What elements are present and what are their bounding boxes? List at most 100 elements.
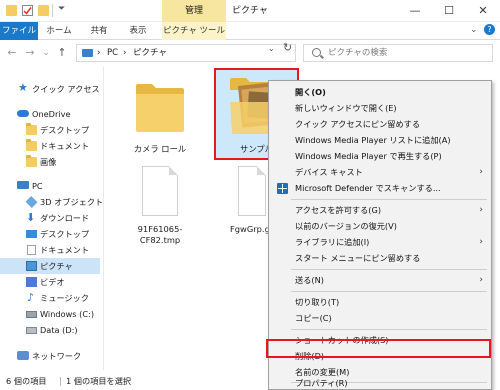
- menu-item-pin-start[interactable]: スタート メニューにピン留めする: [269, 250, 491, 266]
- sidebar-item-label: ドキュメント: [40, 245, 90, 255]
- back-button[interactable]: ←: [6, 46, 18, 60]
- menu-item-give-access[interactable]: アクセスを許可する(G) ›: [269, 202, 491, 218]
- quick-access-divider: [52, 4, 53, 17]
- submenu-arrow-icon: ›: [479, 205, 483, 215]
- cloud-icon: [17, 110, 29, 117]
- search-input[interactable]: [328, 45, 488, 61]
- video-icon: [26, 277, 37, 287]
- minimize-button[interactable]: —: [398, 0, 432, 22]
- title-bar: ⏷ 管理 ピクチャ — ☐ ✕: [0, 0, 500, 22]
- menu-item-add-wmp-list[interactable]: Windows Media Player リストに追加(A): [269, 132, 491, 148]
- window-title: ピクチャ: [232, 6, 268, 16]
- menu-item-label: Windows Media Player で再生する(P): [295, 151, 442, 161]
- blank-file-icon: [238, 166, 266, 216]
- sidebar-item-onedrive-documents[interactable]: ドキュメント: [0, 138, 100, 154]
- maximize-button[interactable]: ☐: [432, 0, 466, 22]
- manage-context-tab[interactable]: 管理: [162, 0, 226, 22]
- download-arrow-icon: ⬇: [26, 211, 36, 224]
- tab-picture-tools[interactable]: ピクチャ ツール: [162, 22, 226, 40]
- menu-item-restore-previous[interactable]: 以前のバージョンの復元(V): [269, 218, 491, 234]
- address-bar[interactable]: › PC › ピクチャ: [76, 44, 296, 62]
- sidebar-scrollbar[interactable]: [103, 66, 104, 370]
- sidebar-item-onedrive-pictures[interactable]: 画像: [0, 154, 100, 170]
- sidebar-item-onedrive[interactable]: OneDrive: [0, 106, 100, 122]
- menu-item-defender-scan[interactable]: Microsoft Defender でスキャンする...: [269, 180, 491, 196]
- up-button[interactable]: ↑: [56, 46, 68, 60]
- pc-icon: [82, 49, 93, 57]
- folder-item-camera-roll[interactable]: カメラ ロール: [122, 70, 198, 160]
- menu-item-include-library[interactable]: ライブラリに追加(I) ›: [269, 234, 491, 250]
- help-icon[interactable]: ?: [484, 24, 495, 35]
- sidebar-item-music[interactable]: ♪ ミュージック: [0, 290, 100, 306]
- folder-icon: [26, 139, 37, 151]
- selection-count: 1 個の項目を選択: [66, 376, 132, 386]
- delete-highlight-box: [266, 339, 491, 358]
- menu-item-properties[interactable]: プロパティ(R): [269, 377, 491, 390]
- file-name: 91F61065-CF82.tmp: [137, 224, 183, 245]
- menu-item-label: コピー(C): [295, 313, 332, 323]
- submenu-arrow-icon: ›: [479, 237, 483, 247]
- address-dropdown-icon[interactable]: ⌄: [268, 44, 275, 53]
- menu-item-copy[interactable]: コピー(C): [269, 310, 491, 326]
- search-icon: [312, 48, 321, 57]
- tab-share[interactable]: 共有: [84, 22, 114, 40]
- sidebar-item-3d-objects[interactable]: 3D オブジェクト: [0, 194, 103, 210]
- menu-item-cut[interactable]: 切り取り(T): [269, 294, 491, 310]
- folder-icon: [26, 123, 37, 135]
- menu-item-pin-quick-access[interactable]: クイック アクセスにピン留めする: [269, 116, 491, 132]
- sidebar-item-label: ビデオ: [40, 277, 65, 287]
- menu-item-label: Windows Media Player リストに追加(A): [295, 135, 451, 145]
- menu-item-label: デバイス キャスト: [295, 167, 363, 177]
- sidebar-item-label: ダウンロード: [40, 213, 90, 223]
- quick-access-dropdown-icon[interactable]: ⏷: [58, 4, 65, 14]
- address-row: ← → ⌄ ↑ › PC › ピクチャ ⌄ ↻: [0, 40, 500, 66]
- refresh-button[interactable]: ↻: [283, 41, 292, 54]
- sidebar-item-windows-drive[interactable]: Windows (C:): [0, 306, 100, 322]
- close-button[interactable]: ✕: [466, 0, 500, 22]
- forward-button[interactable]: →: [24, 46, 36, 60]
- menu-item-label: アクセスを許可する(G): [295, 205, 382, 215]
- menu-item-open[interactable]: 開く(O): [269, 84, 491, 100]
- menu-separator: [291, 329, 487, 330]
- search-box[interactable]: [303, 44, 493, 62]
- sidebar-item-network[interactable]: ネットワーク: [0, 348, 100, 364]
- ribbon-tabs: ファイル ホーム 共有 表示 ピクチャ ツール ⌄ ?: [0, 22, 500, 40]
- breadcrumb-pictures[interactable]: ピクチャ: [133, 45, 167, 61]
- file-item-tmp[interactable]: 91F61065-CF82.tmp: [122, 160, 198, 256]
- menu-item-label: 送る(N): [295, 275, 324, 285]
- sidebar-item-pc[interactable]: PC: [0, 178, 100, 194]
- network-icon: [17, 351, 29, 360]
- sidebar-item-videos[interactable]: ビデオ: [0, 274, 100, 290]
- sidebar-item-desktop[interactable]: デスクトップ: [0, 226, 100, 242]
- sidebar-item-onedrive-desktop[interactable]: デスクトップ: [0, 122, 100, 138]
- menu-item-cast-to-device[interactable]: デバイス キャスト ›: [269, 164, 491, 180]
- submenu-arrow-icon: ›: [479, 167, 483, 177]
- sidebar-item-downloads[interactable]: ⬇ ダウンロード: [0, 210, 100, 226]
- menu-item-send-to[interactable]: 送る(N) ›: [269, 272, 491, 288]
- menu-separator: [291, 291, 487, 292]
- tab-file[interactable]: ファイル: [0, 22, 38, 40]
- folder-icon: [136, 84, 184, 132]
- sidebar-item-label: デスクトップ: [40, 229, 90, 239]
- music-note-icon: ♪: [27, 291, 35, 304]
- sidebar-item-documents[interactable]: ドキュメント: [0, 242, 100, 258]
- breadcrumb-pc[interactable]: PC: [107, 45, 118, 61]
- menu-separator: [291, 199, 487, 200]
- menu-item-open-new-window[interactable]: 新しいウィンドウで開く(E): [269, 100, 491, 116]
- file-item-fgwgrp[interactable]: FgwGrp.g: [218, 160, 270, 256]
- sidebar-item-quick-access[interactable]: ★ クイック アクセス: [0, 81, 100, 97]
- menu-separator: [291, 269, 487, 270]
- sidebar-item-pictures[interactable]: ピクチャ: [0, 258, 100, 274]
- properties-check-icon[interactable]: [22, 5, 33, 16]
- menu-item-play-wmp[interactable]: Windows Media Player で再生する(P): [269, 148, 491, 164]
- recent-locations-button[interactable]: ⌄: [40, 46, 52, 60]
- menu-item-label: 切り取り(T): [295, 297, 340, 307]
- tab-view[interactable]: 表示: [122, 22, 154, 40]
- sidebar-item-label: Data (D:): [40, 325, 78, 335]
- sidebar-item-data-drive[interactable]: Data (D:): [0, 322, 100, 338]
- new-folder-icon[interactable]: [38, 5, 49, 16]
- ribbon-expand-icon[interactable]: ⌄: [470, 25, 478, 35]
- folder-icon: [26, 155, 37, 167]
- tab-home[interactable]: ホーム: [44, 22, 74, 40]
- menu-item-label: ライブラリに追加(I): [295, 237, 370, 247]
